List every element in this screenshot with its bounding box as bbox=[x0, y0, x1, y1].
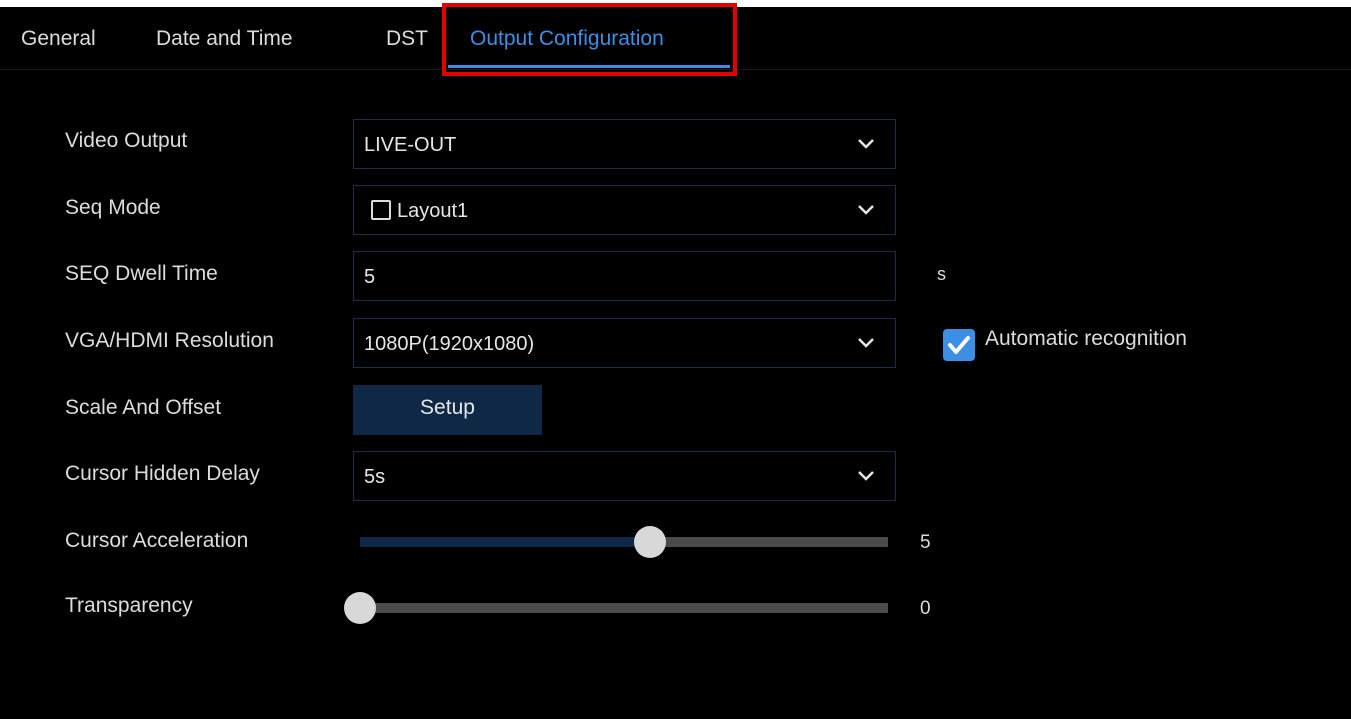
chevron-down-icon bbox=[858, 205, 874, 215]
transparency-label: Transparency bbox=[65, 594, 193, 617]
tab-highlight-box bbox=[442, 3, 737, 76]
scale-offset-label: Scale And Offset bbox=[65, 396, 222, 419]
cursor-acceleration-thumb[interactable] bbox=[634, 526, 667, 558]
transparency-value: 0 bbox=[920, 598, 931, 619]
automatic-recognition-checkbox[interactable] bbox=[943, 329, 975, 361]
resolution-value: 1080P(1920x1080) bbox=[364, 333, 535, 355]
setup-button[interactable]: Setup bbox=[353, 385, 542, 435]
video-output-dropdown[interactable]: LIVE-OUT bbox=[353, 119, 896, 169]
chevron-down-icon bbox=[858, 139, 874, 149]
tab-date-and-time[interactable]: Date and Time bbox=[156, 27, 293, 51]
seq-dwell-time-unit: s bbox=[937, 264, 946, 284]
seq-mode-value: Layout1 bbox=[397, 200, 469, 222]
chevron-down-icon bbox=[858, 338, 874, 348]
output-configuration-screen: General Date and Time DST Output Configu… bbox=[0, 3, 1351, 719]
cursor-acceleration-label: Cursor Acceleration bbox=[65, 529, 249, 552]
cursor-hidden-delay-value: 5s bbox=[364, 466, 386, 488]
resolution-dropdown[interactable]: 1080P(1920x1080) bbox=[353, 318, 896, 368]
transparency-thumb[interactable] bbox=[344, 592, 376, 624]
seq-mode-label: Seq Mode bbox=[65, 196, 161, 219]
seq-dwell-time-value: 5 bbox=[364, 266, 376, 288]
automatic-recognition-label: Automatic recognition bbox=[985, 327, 1187, 350]
cursor-acceleration-slider[interactable] bbox=[360, 526, 888, 558]
cursor-acceleration-fill bbox=[360, 537, 651, 547]
resolution-label: VGA/HDMI Resolution bbox=[65, 329, 274, 352]
seq-dwell-time-label: SEQ Dwell Time bbox=[65, 262, 218, 285]
check-icon bbox=[948, 336, 970, 354]
layout1-checkbox[interactable] bbox=[371, 200, 391, 220]
cursor-hidden-delay-label: Cursor Hidden Delay bbox=[65, 462, 260, 485]
video-output-label: Video Output bbox=[65, 129, 188, 152]
seq-dwell-time-input[interactable]: 5 bbox=[353, 251, 896, 301]
chevron-down-icon bbox=[858, 471, 874, 481]
tab-dst[interactable]: DST bbox=[386, 27, 428, 51]
transparency-slider[interactable] bbox=[344, 592, 888, 624]
tab-general[interactable]: General bbox=[21, 27, 96, 51]
cursor-hidden-delay-dropdown[interactable]: 5s bbox=[353, 451, 896, 501]
seq-mode-dropdown[interactable]: Layout1 bbox=[353, 185, 896, 235]
video-output-value: LIVE-OUT bbox=[364, 134, 457, 156]
cursor-acceleration-value: 5 bbox=[920, 532, 931, 553]
